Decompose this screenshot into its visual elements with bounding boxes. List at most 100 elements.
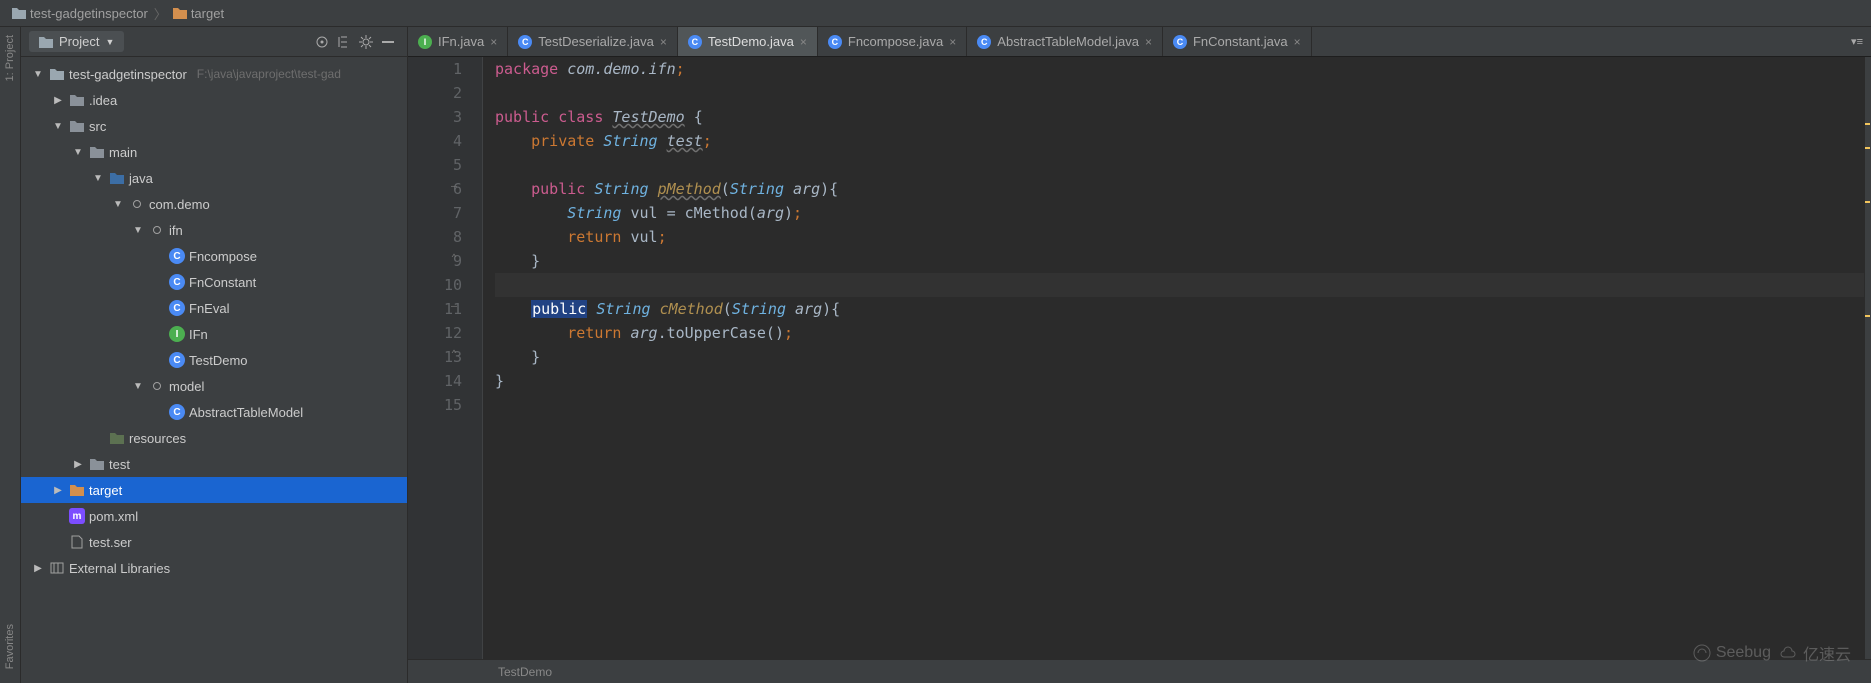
tab-abstracttablemodel-java[interactable]: CAbstractTableModel.java× [967,27,1163,56]
gutter-line[interactable]: 12 [408,321,462,345]
expand-arrow-icon[interactable]: ▶ [51,485,65,496]
fold-icon[interactable]: ⌃ [448,349,460,361]
class-icon: C [169,404,185,420]
tree-row-class-fnconstant[interactable]: CFnConstant [21,269,407,295]
breadcrumb-item-root[interactable]: test-gadgetinspector [12,6,148,21]
gutter-line[interactable]: 2 [408,81,462,105]
close-icon[interactable]: × [949,35,956,49]
tab-fncompose-java[interactable]: CFncompose.java× [818,27,967,56]
fold-icon[interactable]: – [448,301,460,313]
tree-row-root[interactable]: ▼test-gadgetinspectorF:\java\javaproject… [21,61,407,87]
line-gutter[interactable]: 123456–789⌃1011–1213⌃1415 [408,57,483,659]
gutter-line[interactable]: 8 [408,225,462,249]
tree-label: src [89,119,106,134]
close-icon[interactable]: × [490,35,497,49]
project-view-selector[interactable]: Project ▼ [29,31,124,52]
gutter-line[interactable]: 13⌃ [408,345,462,369]
expand-arrow-icon[interactable]: ▶ [51,95,65,106]
tab-fnconstant-java[interactable]: CFnConstant.java× [1163,27,1312,56]
code-line[interactable]: private String test; [495,129,1864,153]
locate-icon[interactable] [311,31,333,53]
expand-arrow-icon[interactable]: ▼ [91,173,105,184]
left-rail-project[interactable]: 1: Project [4,27,16,89]
expand-arrow-icon[interactable]: ▼ [51,121,65,132]
tree-row-main[interactable]: ▼main [21,139,407,165]
code-line[interactable]: public String pMethod(String arg){ [495,177,1864,201]
tree-row-src[interactable]: ▼ src [21,113,407,139]
gutter-line[interactable]: 7 [408,201,462,225]
project-tree[interactable]: ▼test-gadgetinspectorF:\java\javaproject… [21,57,407,683]
tree-row-resources[interactable]: resources [21,425,407,451]
gear-icon[interactable] [355,31,377,53]
breadcrumb-label: target [191,6,224,21]
expand-arrow-icon[interactable]: ▼ [131,225,145,236]
code-line[interactable]: return vul; [495,225,1864,249]
editor-minimap-rail[interactable] [1864,57,1871,659]
gutter-line[interactable]: 11– [408,297,462,321]
chevron-down-icon: ▼ [105,37,114,47]
tree-row-class-ifn[interactable]: IIFn [21,321,407,347]
tree-row-extlib[interactable]: ▶External Libraries [21,555,407,581]
fold-icon[interactable]: – [448,181,460,193]
status-breadcrumb[interactable]: TestDemo [498,665,552,679]
code-line[interactable]: } [495,249,1864,273]
tree-row-java[interactable]: ▼java [21,165,407,191]
code-line[interactable]: package com.demo.ifn; [495,57,1864,81]
tree-row-pkg-ifn[interactable]: ▼ifn [21,217,407,243]
gutter-line[interactable]: 3 [408,105,462,129]
code-line[interactable] [495,153,1864,177]
expand-arrow-icon[interactable]: ▼ [131,381,145,392]
gutter-line[interactable]: 14 [408,369,462,393]
tree-row-target[interactable]: ▶target [21,477,407,503]
tree-row-class-fneval[interactable]: CFnEval [21,295,407,321]
class-icon: C [169,300,185,316]
hide-icon[interactable] [377,31,399,53]
expand-arrow-icon[interactable]: ▼ [71,147,85,158]
tree-row-test[interactable]: ▶test [21,451,407,477]
tree-row-pkg-model[interactable]: ▼model [21,373,407,399]
close-icon[interactable]: × [1294,35,1301,49]
expand-all-icon[interactable] [333,31,355,53]
breadcrumb-item-target[interactable]: target [173,6,224,21]
gutter-line[interactable]: 5 [408,153,462,177]
expand-arrow-icon[interactable]: ▶ [71,459,85,470]
code-line[interactable]: return arg.toUpperCase(); [495,321,1864,345]
code-line[interactable] [495,81,1864,105]
gutter-line[interactable]: 10 [408,273,462,297]
tab-list-icon[interactable]: ▾≡ [1851,35,1863,48]
gutter-line[interactable]: 6– [408,177,462,201]
editor-body[interactable]: 123456–789⌃1011–1213⌃1415 package com.de… [408,57,1871,659]
close-icon[interactable]: × [1145,35,1152,49]
code-line[interactable]: public class TestDemo { [495,105,1864,129]
code-line[interactable]: } [495,369,1864,393]
code-line[interactable] [495,393,1864,417]
gutter-line[interactable]: 15 [408,393,462,417]
gutter-line[interactable]: 4 [408,129,462,153]
gutter-line[interactable]: 1 [408,57,462,81]
tab-ifn-java[interactable]: IIFn.java× [408,27,508,56]
code-line[interactable]: String vul = cMethod(arg); [495,201,1864,225]
tree-row-class-abstracttablemodel[interactable]: CAbstractTableModel [21,399,407,425]
expand-arrow-icon[interactable]: ▼ [111,199,125,210]
code-line[interactable]: } [495,345,1864,369]
close-icon[interactable]: × [660,35,667,49]
tab-testdeserialize-java[interactable]: CTestDeserialize.java× [508,27,678,56]
folder-icon [69,118,85,134]
code-line[interactable] [495,273,1864,297]
expand-arrow-icon[interactable]: ▶ [31,563,45,574]
tree-row-test-ser[interactable]: test.ser [21,529,407,555]
fold-icon[interactable]: ⌃ [448,253,460,265]
expand-arrow-icon[interactable]: ▼ [31,69,45,80]
tree-row-class-testdemo[interactable]: CTestDemo [21,347,407,373]
close-icon[interactable]: × [800,35,807,49]
tree-row-pom[interactable]: mpom.xml [21,503,407,529]
tree-row-class-fncompose[interactable]: CFncompose [21,243,407,269]
tab-testdemo-java[interactable]: CTestDemo.java× [678,27,818,56]
code-line[interactable]: public String cMethod(String arg){ [495,297,1864,321]
tree-row-idea[interactable]: ▶.idea [21,87,407,113]
class-icon: C [169,248,185,264]
gutter-line[interactable]: 9⌃ [408,249,462,273]
code-area[interactable]: package com.demo.ifn; public class TestD… [483,57,1864,659]
left-rail-favorites[interactable]: Favorites [4,616,16,677]
tree-row-pkg-com-demo[interactable]: ▼com.demo [21,191,407,217]
